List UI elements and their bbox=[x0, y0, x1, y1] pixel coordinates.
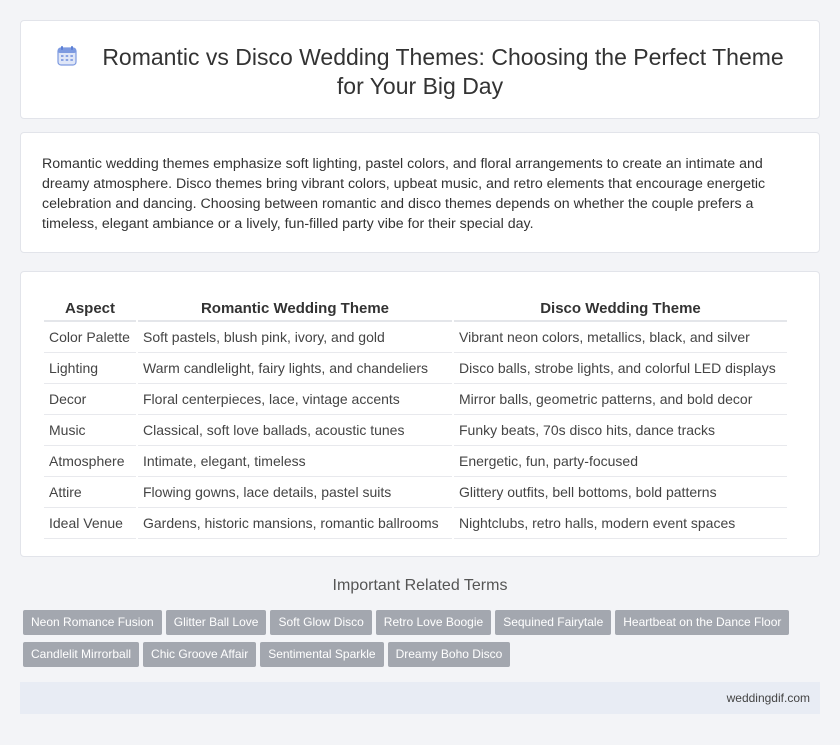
comparison-table: Aspect Romantic Wedding Theme Disco Wedd… bbox=[42, 296, 789, 539]
intro-card: Romantic wedding themes emphasize soft l… bbox=[20, 132, 820, 253]
related-terms-title: Important Related Terms bbox=[332, 577, 508, 594]
related-terms-list: Neon Romance Fusion Glitter Ball Love Soft… bbox=[23, 610, 813, 674]
cell-aspect: Ideal Venue bbox=[44, 508, 136, 539]
header-card: Romantic vs Disco Wedding Themes: Choosi… bbox=[20, 20, 820, 119]
cell-aspect: Music bbox=[44, 415, 136, 446]
comparison-card: Aspect Romantic Wedding Theme Disco Wedd… bbox=[20, 271, 820, 557]
cell-disco: Disco balls, strobe lights, and colorful… bbox=[454, 353, 787, 384]
cell-disco: Nightclubs, retro halls, modern event sp… bbox=[454, 508, 787, 539]
cell-romantic: Flowing gowns, lace details, pastel suit… bbox=[138, 477, 452, 508]
cell-romantic: Warm candlelight, fairy lights, and chan… bbox=[138, 353, 452, 384]
table-row: Atmosphere Intimate, elegant, timeless E… bbox=[44, 446, 787, 477]
cell-romantic: Classical, soft love ballads, acoustic t… bbox=[138, 415, 452, 446]
cell-aspect: Decor bbox=[44, 384, 136, 415]
cell-aspect: Attire bbox=[44, 477, 136, 508]
cell-romantic: Gardens, historic mansions, romantic bal… bbox=[138, 508, 452, 539]
related-term-tag[interactable]: Sentimental Sparkle bbox=[260, 642, 384, 667]
cell-romantic: Soft pastels, blush pink, ivory, and gol… bbox=[138, 322, 452, 353]
related-term-tag[interactable]: Dreamy Boho Disco bbox=[387, 642, 511, 667]
cell-disco: Vibrant neon colors, metallics, black, a… bbox=[454, 322, 787, 353]
cell-aspect: Color Palette bbox=[44, 322, 136, 353]
footer-site-link[interactable]: weddingdif.com bbox=[727, 691, 810, 705]
related-term-tag[interactable]: Candlelit Mirrorball bbox=[23, 642, 140, 667]
related-term-tag[interactable]: Glitter Ball Love bbox=[165, 610, 267, 635]
related-term-tag[interactable]: Neon Romance Fusion bbox=[23, 610, 162, 635]
calendar-icon bbox=[57, 46, 77, 66]
page-title-wrap: Romantic vs Disco Wedding Themes: Choosi… bbox=[21, 43, 819, 101]
cell-disco: Glittery outfits, bell bottoms, bold pat… bbox=[454, 477, 787, 508]
table-row: Ideal Venue Gardens, historic mansions, … bbox=[44, 508, 787, 539]
page-title: Romantic vs Disco Wedding Themes: Choosi… bbox=[102, 44, 784, 99]
table-row: Music Classical, soft love ballads, acou… bbox=[44, 415, 787, 446]
table-header-row: Aspect Romantic Wedding Theme Disco Wedd… bbox=[44, 296, 787, 322]
cell-romantic: Floral centerpieces, lace, vintage accen… bbox=[138, 384, 452, 415]
related-term-tag[interactable]: Retro Love Boogie bbox=[375, 610, 492, 635]
header-romantic: Romantic Wedding Theme bbox=[138, 296, 452, 322]
related-term-tag[interactable]: Chic Groove Affair bbox=[143, 642, 257, 667]
cell-disco: Funky beats, 70s disco hits, dance track… bbox=[454, 415, 787, 446]
header-disco: Disco Wedding Theme bbox=[454, 296, 787, 322]
table-row: Lighting Warm candlelight, fairy lights,… bbox=[44, 353, 787, 384]
table-row: Attire Flowing gowns, lace details, past… bbox=[44, 477, 787, 508]
cell-romantic: Intimate, elegant, timeless bbox=[138, 446, 452, 477]
table-row: Decor Floral centerpieces, lace, vintage… bbox=[44, 384, 787, 415]
table-row: Color Palette Soft pastels, blush pink, … bbox=[44, 322, 787, 353]
related-term-tag[interactable]: Soft Glow Disco bbox=[270, 610, 372, 635]
cell-disco: Energetic, fun, party-focused bbox=[454, 446, 787, 477]
header-aspect: Aspect bbox=[44, 296, 136, 322]
related-term-tag[interactable]: Sequined Fairytale bbox=[495, 610, 612, 635]
intro-paragraph: Romantic wedding themes emphasize soft l… bbox=[42, 156, 766, 232]
related-term-tag[interactable]: Heartbeat on the Dance Floor bbox=[615, 610, 790, 635]
cell-aspect: Lighting bbox=[44, 353, 136, 384]
cell-disco: Mirror balls, geometric patterns, and bo… bbox=[454, 384, 787, 415]
cell-aspect: Atmosphere bbox=[44, 446, 136, 477]
footer: weddingdif.com bbox=[20, 682, 820, 714]
